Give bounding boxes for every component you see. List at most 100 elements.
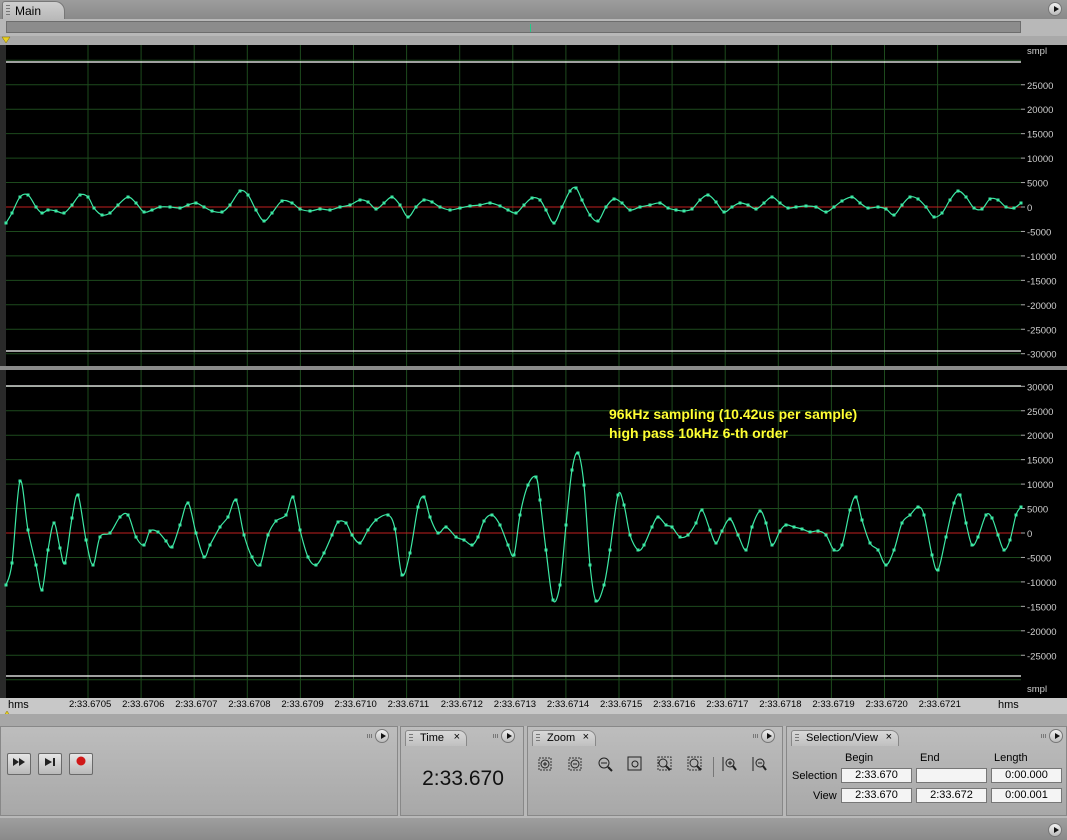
zoom-selection-button[interactable] (624, 755, 646, 777)
zoom-in-amplitude-button[interactable] (534, 755, 556, 777)
time-tick-label: 2:33.6705 (69, 699, 112, 710)
top-channel-waveform-sample-point (78, 193, 82, 197)
waveform-canvas[interactable]: 25000 20000 15000 10000 5000 0 -5000 -10000 -150… (0, 45, 1067, 698)
zoom-in-right-button[interactable] (684, 755, 706, 777)
tab-main[interactable]: Main (2, 1, 65, 19)
zoom-flyout[interactable] (753, 729, 775, 743)
zoom-out-amplitude-icon (568, 757, 582, 771)
bottom-channel-waveform-sample-point (650, 525, 654, 529)
top-channel-waveform-sample-point (964, 195, 968, 199)
time-menu-button[interactable] (501, 729, 515, 743)
top-channel-waveform-sample-point (458, 206, 462, 210)
transport-menu-button[interactable] (375, 729, 389, 743)
time-panel-tab[interactable]: Time × (405, 730, 467, 746)
row-view-label: View (813, 790, 837, 802)
top-channel-waveform-sample-point (498, 204, 502, 208)
top-channel-waveform-sample-point (194, 201, 198, 205)
bottom-channel-waveform-sample-point (34, 563, 38, 567)
bottom-channel-waveform-sample-point (156, 530, 160, 534)
bottom-channel-waveform-sample-point (322, 551, 326, 555)
panel-menu-button[interactable] (1048, 2, 1062, 16)
bottom-channel-waveform-sample-point (824, 533, 828, 537)
top-channel-waveform-sample-point (150, 208, 154, 212)
bottom-channel-waveform-sample-point (194, 531, 198, 535)
bottom-channel-waveform-sample-point (1014, 513, 1018, 517)
top-channel-waveform-sample-point (116, 203, 120, 207)
top-channel-waveform-sample-point (916, 197, 920, 201)
selection-view-panel: Selection/View × Begin End Length Select… (786, 726, 1067, 816)
selection-view-tab[interactable]: Selection/View × (791, 730, 899, 746)
selection-end-field[interactable] (916, 768, 987, 783)
bottom-channel-waveform-sample-point (996, 533, 1000, 537)
bottom-channel-waveform-sample-point (884, 563, 888, 567)
top-channel-waveform-sample-point (86, 195, 90, 199)
selection-flyout[interactable] (1041, 729, 1063, 743)
bottom-channel-waveform-sample-point (142, 543, 146, 547)
bottom-channel-waveform-sample-point (250, 555, 254, 559)
top-channel-waveform-sample-point (778, 201, 782, 205)
bottom-channel-waveform-sample-point (126, 513, 130, 517)
bottom-channel-waveform-sample-point (18, 479, 22, 483)
bottom-channel-waveform-sample-point (564, 523, 568, 527)
top-channel-waveform-sample-point (348, 203, 352, 207)
top-channel-waveform-sample-point (682, 209, 686, 213)
bottom-channel-waveform-sample-point (408, 551, 412, 555)
time-ruler[interactable]: hms hms 2:33.6705 2:33.6706 2:33.6707 2:33.… (0, 698, 1067, 718)
overview-scrollbar[interactable] (6, 21, 1021, 33)
time-tick-label: 2:33.6706 (122, 699, 165, 710)
status-menu-button[interactable] (1048, 823, 1062, 837)
bottom-channel-waveform-sample-point (76, 493, 80, 497)
bottom-channel-waveform-sample-point (170, 545, 174, 549)
amplitude-tick-label: 0 (1027, 529, 1032, 540)
view-length-field[interactable]: 0:00.001 (991, 788, 1062, 803)
top-channel-waveform-sample-point (514, 211, 518, 215)
bottom-channel-waveform-sample-point (518, 513, 522, 517)
annotation-line-2: high pass 10kHz 6-th order (609, 425, 788, 441)
top-channel-waveform-sample-point (722, 210, 726, 214)
col-end-label: End (920, 752, 940, 764)
zoom-in-vertical-button[interactable] (718, 755, 740, 777)
bottom-channel-waveform-sample-point (118, 515, 122, 519)
waveform-display[interactable]: 25000 20000 15000 10000 5000 0 -5000 -10000 -150… (0, 45, 1067, 698)
record-icon (76, 756, 86, 766)
bottom-channel-waveform-sample-point (916, 505, 920, 509)
top-channel-waveform-sample-point (238, 189, 242, 193)
time-flyout[interactable] (493, 729, 515, 743)
bottom-channel-waveform-sample-point (558, 583, 562, 587)
skip-to-end-button[interactable] (38, 753, 62, 775)
selection-menu-button[interactable] (1049, 729, 1063, 743)
fast-forward-button[interactable] (7, 753, 31, 775)
bottom-channel-waveform-sample-point (876, 548, 880, 552)
bottom-channel-waveform-sample-point (714, 541, 718, 545)
selection-begin-field[interactable]: 2:33.670 (841, 768, 912, 783)
panel-divider[interactable] (0, 714, 1067, 726)
zoom-out-amplitude-button[interactable] (564, 755, 586, 777)
bottom-channel-waveform-sample-point (164, 539, 168, 543)
time-panel-close-icon[interactable]: × (454, 731, 460, 743)
start-marker-icon[interactable] (0, 36, 14, 45)
zoom-panel-close-icon[interactable]: × (583, 731, 589, 743)
zoom-in-left-button[interactable] (654, 755, 676, 777)
zoom-out-full-button[interactable] (594, 755, 616, 777)
bottom-channel-waveform-sample-point (544, 548, 548, 552)
zoom-panel-tab[interactable]: Zoom × (532, 730, 596, 746)
view-end-field[interactable]: 2:33.672 (916, 788, 987, 803)
top-channel-waveform-sample-point (298, 207, 302, 211)
top-channel-waveform-sample-point (892, 213, 896, 217)
time-panel-title: Time (420, 732, 445, 744)
tab-grip[interactable] (6, 5, 10, 15)
bottom-channel-waveform-sample-point (840, 543, 844, 547)
selection-length-field[interactable]: 0:00.000 (991, 768, 1062, 783)
transport-flyout[interactable] (367, 729, 389, 743)
view-begin-field[interactable]: 2:33.670 (841, 788, 912, 803)
bottom-channel-waveform-sample-point (422, 495, 426, 499)
zoom-out-vertical-button[interactable] (748, 755, 770, 777)
bottom-channel-waveform-sample-point (330, 533, 334, 537)
record-button[interactable] (69, 753, 93, 775)
selection-view-close-icon[interactable]: × (886, 731, 892, 743)
top-channel-waveform-sample-point (858, 201, 862, 205)
top-channel-waveform-sample-point (168, 205, 172, 209)
zoom-menu-button[interactable] (761, 729, 775, 743)
amplitude-tick-label: 15000 (1027, 456, 1053, 467)
bottom-channel-waveform-sample-point (358, 541, 362, 545)
